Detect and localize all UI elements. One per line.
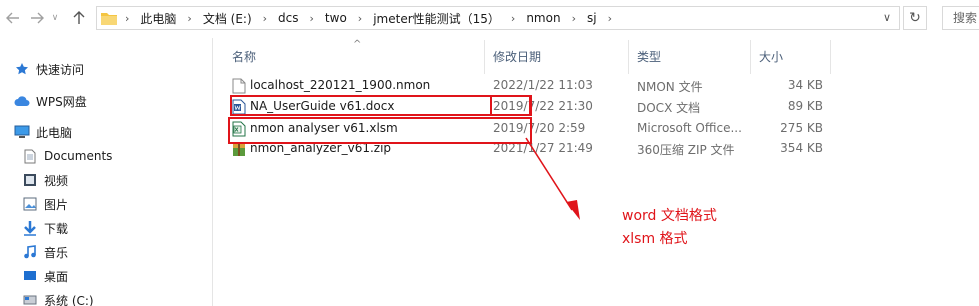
breadcrumb-separator[interactable]: › — [187, 12, 191, 25]
refresh-icon: ↻ — [909, 10, 921, 26]
documents-icon — [22, 148, 38, 164]
address-dropdown-chevron-icon[interactable]: ∨ — [883, 11, 891, 24]
highlight-box-docx — [230, 95, 531, 116]
music-icon — [22, 244, 38, 260]
nav-item-label: 图片 — [44, 197, 69, 212]
up-button[interactable] — [68, 6, 90, 30]
file-type: DOCX 文档 — [637, 101, 701, 115]
nav-item-this-pc[interactable]: 此电脑 — [14, 121, 72, 143]
breadcrumb-separator[interactable]: › — [572, 12, 576, 25]
highlight-box-date — [490, 95, 532, 116]
file-size: 275 KB — [780, 121, 823, 135]
nav-item-system-c[interactable]: 系统 (C:) — [22, 289, 94, 306]
recent-locations-button[interactable]: ∨ — [48, 6, 62, 30]
nav-item-documents[interactable]: Documents — [22, 145, 112, 167]
drive-icon — [22, 292, 38, 306]
nav-item-label: Documents — [44, 149, 113, 163]
annotation-arrow-icon — [525, 137, 580, 220]
nav-item-quick-access[interactable]: 快速访问 — [14, 58, 84, 80]
desktop-icon — [22, 268, 38, 284]
breadcrumb-drive-e[interactable]: 文档 (E:) — [203, 10, 252, 27]
back-button[interactable] — [2, 6, 24, 30]
search-input[interactable]: 搜索 — [942, 6, 979, 30]
nav-item-label: 音乐 — [44, 245, 69, 260]
nav-item-pictures[interactable]: 图片 — [22, 193, 68, 215]
address-toolbar: ∨ › 此电脑 › 文档 (E:) › dcs › two › jmeter性能… — [0, 0, 979, 38]
breadcrumb-this-pc[interactable]: 此电脑 — [140, 10, 176, 27]
breadcrumb-nmon[interactable]: nmon — [526, 11, 560, 25]
arrow-right-icon — [31, 12, 44, 24]
address-bar[interactable]: › 此电脑 › 文档 (E:) › dcs › two › jmeter性能测试… — [96, 6, 900, 30]
breadcrumb-separator[interactable]: › — [263, 12, 267, 25]
column-divider[interactable] — [484, 40, 485, 74]
column-header-date[interactable]: 修改日期 — [493, 48, 541, 65]
annotation-text-word: word 文档格式 — [622, 208, 717, 224]
star-icon — [14, 61, 30, 77]
breadcrumb-dcs[interactable]: dcs — [278, 11, 298, 25]
cloud-icon — [14, 93, 30, 109]
nav-item-label: 视频 — [44, 173, 69, 188]
breadcrumb-separator[interactable]: › — [310, 12, 314, 25]
annotation-text-xlsm: xlsm 格式 — [622, 231, 688, 247]
download-icon — [22, 220, 38, 236]
video-icon — [22, 172, 38, 188]
breadcrumb-jmeter[interactable]: jmeter性能测试（15） — [373, 10, 500, 27]
highlight-box-xlsm — [228, 117, 532, 144]
nav-item-label: 下载 — [44, 221, 69, 236]
nav-item-label: WPS网盘 — [36, 94, 87, 109]
file-list: ^ 名称 修改日期 类型 大小 localhost_220121_1900.nm… — [214, 38, 979, 306]
column-header-type[interactable]: 类型 — [637, 48, 661, 65]
nav-item-wps-cloud[interactable]: WPS网盘 — [14, 90, 87, 112]
nav-item-label: 快速访问 — [36, 62, 85, 77]
file-date: 2022/1/22 11:03 — [493, 78, 593, 92]
breadcrumb-separator[interactable]: › — [608, 12, 612, 25]
arrow-up-icon — [73, 11, 85, 24]
column-header-name[interactable]: 名称 — [232, 48, 256, 65]
computer-icon — [14, 124, 30, 140]
nav-item-videos[interactable]: 视频 — [22, 169, 68, 191]
pictures-icon — [22, 196, 38, 212]
column-divider[interactable] — [750, 40, 751, 74]
column-divider[interactable] — [830, 40, 831, 74]
file-type: Microsoft Office... — [637, 121, 742, 135]
nav-item-label: 此电脑 — [36, 125, 73, 140]
file-name: localhost_220121_1900.nmon — [250, 78, 431, 92]
forward-button[interactable] — [26, 6, 48, 30]
breadcrumb-two[interactable]: two — [325, 11, 347, 25]
nav-item-downloads[interactable]: 下载 — [22, 217, 68, 239]
file-type: NMON 文件 — [637, 80, 703, 94]
arrow-left-icon — [6, 12, 19, 24]
nav-item-label: 系统 (C:) — [44, 293, 94, 306]
breadcrumb-separator[interactable]: › — [358, 12, 362, 25]
column-divider[interactable] — [628, 40, 629, 74]
breadcrumb-separator[interactable]: › — [511, 12, 515, 25]
breadcrumb-separator[interactable]: › — [125, 12, 129, 25]
nav-item-label: 桌面 — [44, 269, 69, 284]
sort-ascending-icon: ^ — [353, 39, 362, 50]
nav-item-music[interactable]: 音乐 — [22, 241, 68, 263]
file-size: 34 KB — [787, 78, 823, 92]
navigation-pane: 快速访问 WPS网盘 此电脑 Documents 视频 图片 下载 音乐 桌面 … — [0, 38, 213, 306]
refresh-button[interactable]: ↻ — [903, 6, 927, 30]
column-header-size[interactable]: 大小 — [759, 48, 783, 65]
file-size: 89 KB — [787, 99, 823, 113]
text-file-icon — [232, 78, 246, 94]
folder-icon — [101, 13, 117, 25]
file-row[interactable]: localhost_220121_1900.nmon 2022/1/22 11:… — [228, 75, 828, 96]
nav-item-desktop[interactable]: 桌面 — [22, 265, 68, 287]
chevron-down-icon: ∨ — [51, 13, 59, 23]
file-size: 354 KB — [780, 141, 823, 155]
file-type: 360压缩 ZIP 文件 — [637, 143, 735, 157]
breadcrumb-sj[interactable]: sj — [587, 11, 597, 25]
